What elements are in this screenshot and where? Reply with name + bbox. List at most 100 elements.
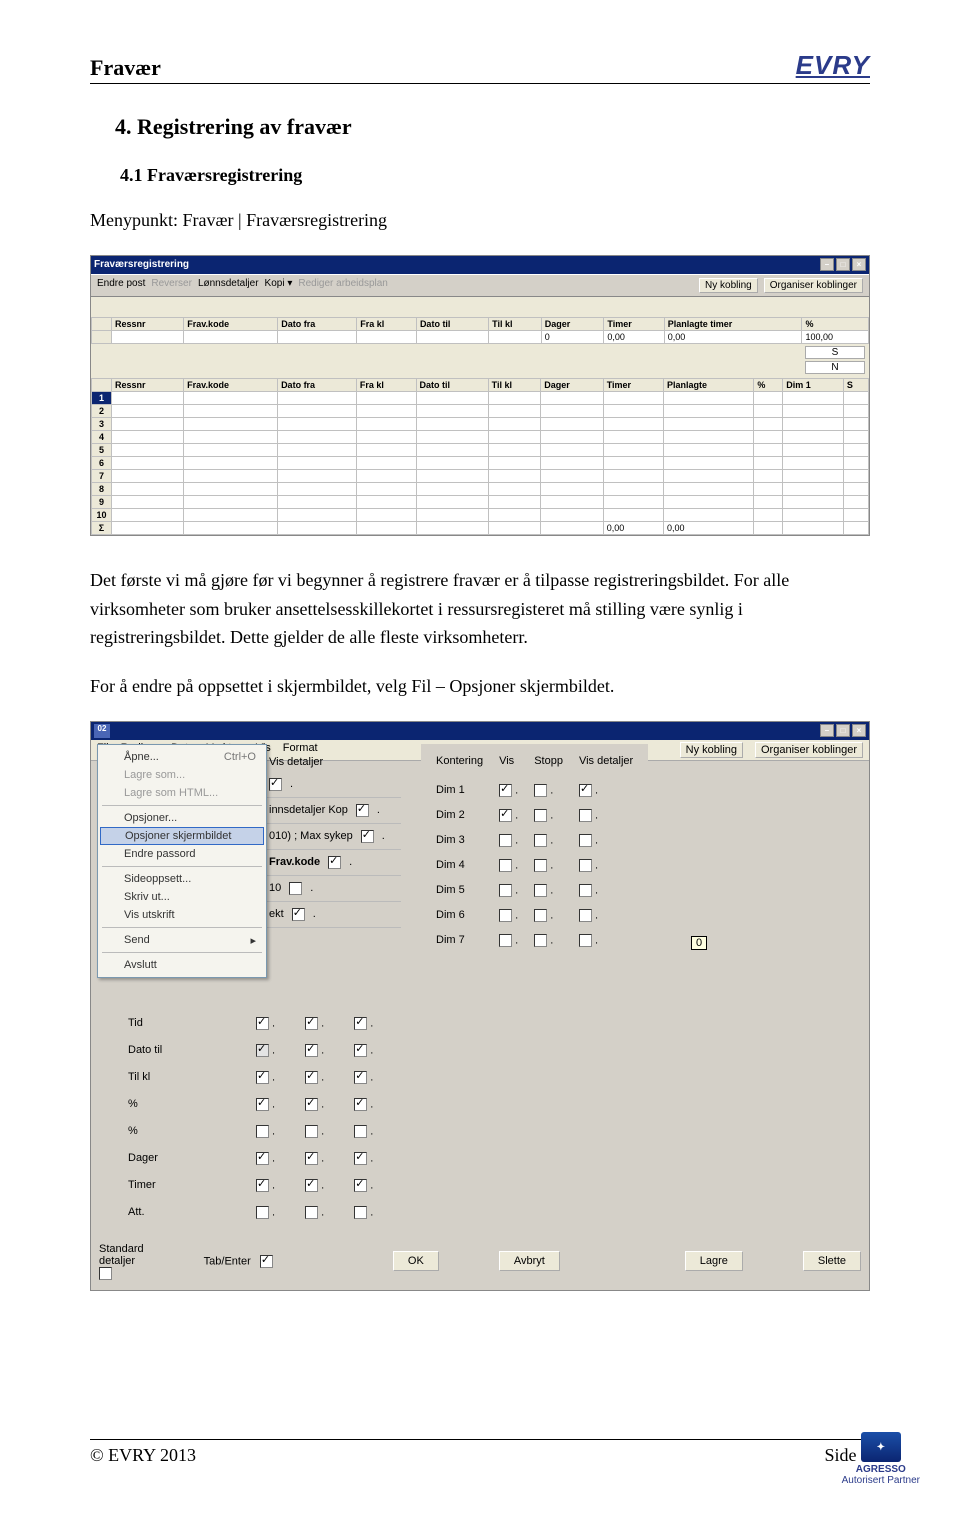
checkbox[interactable] (534, 909, 547, 922)
checkbox[interactable] (354, 1098, 367, 1111)
slette-button[interactable]: Slette (803, 1251, 861, 1271)
minimize-button[interactable]: – (820, 258, 834, 271)
table-row[interactable]: 5 (92, 443, 869, 456)
dlg-ny-kobling[interactable]: Ny kobling (680, 742, 743, 758)
checkbox-standard-detaljer[interactable] (99, 1267, 112, 1280)
checkbox[interactable] (354, 1125, 367, 1138)
ny-kobling-button[interactable]: Ny kobling (699, 278, 758, 293)
checkbox[interactable] (256, 1098, 269, 1111)
checkbox[interactable] (579, 784, 592, 797)
checkbox[interactable] (256, 1152, 269, 1165)
checkbox[interactable] (534, 784, 547, 797)
table-row[interactable]: 6 (92, 456, 869, 469)
dlg-close-button[interactable]: × (852, 724, 866, 737)
table-row[interactable]: 2 (92, 404, 869, 417)
checkbox[interactable] (328, 856, 341, 869)
dim-row: Dim 5 . . . (435, 883, 634, 898)
checkbox[interactable] (305, 1179, 318, 1192)
file-menu-item[interactable]: Avslutt (98, 956, 266, 974)
file-menu-item[interactable]: Endre passord (98, 845, 266, 863)
checkbox[interactable] (256, 1206, 269, 1219)
file-menu-item[interactable]: Vis utskrift (98, 906, 266, 924)
checkbox[interactable] (305, 1071, 318, 1084)
checkbox[interactable] (534, 834, 547, 847)
checkbox[interactable] (305, 1152, 318, 1165)
checkbox[interactable] (256, 1125, 269, 1138)
checkbox[interactable] (579, 859, 592, 872)
checkbox[interactable] (354, 1071, 367, 1084)
checkbox[interactable] (354, 1152, 367, 1165)
maximize-button[interactable]: □ (836, 258, 850, 271)
file-menu-item[interactable]: Opsjoner skjermbildet (100, 827, 264, 845)
organiser-koblinger-button[interactable]: Organiser koblinger (764, 278, 863, 293)
checkbox[interactable] (579, 834, 592, 847)
option-row: Tid . . . (127, 1016, 374, 1031)
menu-kopi[interactable]: Kopi ▾ (265, 278, 293, 293)
ok-button[interactable]: OK (393, 1251, 439, 1271)
avbryt-button[interactable]: Avbryt (499, 1251, 560, 1271)
menu-rediger-arbeidsplan[interactable]: Rediger arbeidsplan (298, 278, 388, 293)
col-frakl: Fra kl (357, 317, 417, 330)
checkbox[interactable] (534, 934, 547, 947)
table-row[interactable]: 1 (92, 391, 869, 404)
checkbox[interactable] (292, 908, 305, 921)
checkbox[interactable] (579, 809, 592, 822)
checkbox[interactable] (305, 1206, 318, 1219)
checkbox-tab-enter[interactable] (260, 1255, 273, 1268)
checkbox[interactable] (499, 784, 512, 797)
checkbox[interactable] (579, 909, 592, 922)
partial-column: Vis detaljer . innsdetaljer Kop . 010) ;… (261, 752, 401, 928)
file-menu-item[interactable]: Send▸ (98, 931, 266, 949)
dlg-maximize-button[interactable]: □ (836, 724, 850, 737)
checkbox[interactable] (579, 934, 592, 947)
checkbox[interactable] (256, 1071, 269, 1084)
checkbox[interactable] (354, 1179, 367, 1192)
checkbox[interactable] (354, 1206, 367, 1219)
table-row[interactable]: 4 (92, 430, 869, 443)
table-row[interactable]: 9 (92, 495, 869, 508)
checkbox[interactable] (269, 778, 282, 791)
file-menu-item[interactable]: Opsjoner... (98, 809, 266, 827)
table-row[interactable]: 10 (92, 508, 869, 521)
checkbox[interactable] (499, 884, 512, 897)
checkbox[interactable] (534, 884, 547, 897)
checkbox[interactable] (499, 809, 512, 822)
close-button[interactable]: × (852, 258, 866, 271)
toolbar: Endre post Reverser Lønnsdetaljer Kopi ▾… (91, 274, 869, 297)
table-row[interactable]: 3 (92, 417, 869, 430)
col-fravkode: Frav.kode (184, 317, 278, 330)
checkbox[interactable] (256, 1044, 269, 1057)
checkbox[interactable] (256, 1017, 269, 1030)
table-row[interactable]: 7 (92, 469, 869, 482)
checkbox[interactable] (499, 934, 512, 947)
checkbox[interactable] (354, 1017, 367, 1030)
checkbox[interactable] (499, 859, 512, 872)
col-ressnr: Ressnr (112, 317, 184, 330)
table-row[interactable]: 8 (92, 482, 869, 495)
checkbox[interactable] (361, 830, 374, 843)
dlg-organiser-koblinger[interactable]: Organiser koblinger (755, 742, 863, 758)
file-menu-item[interactable]: Skriv ut... (98, 888, 266, 906)
checkbox[interactable] (499, 834, 512, 847)
checkbox[interactable] (305, 1044, 318, 1057)
checkbox[interactable] (579, 884, 592, 897)
menu-lonnsdetaljer[interactable]: Lønnsdetaljer (198, 278, 259, 293)
file-menu-item[interactable]: Åpne...Ctrl+O (98, 748, 266, 766)
checkbox[interactable] (499, 909, 512, 922)
checkbox[interactable] (354, 1044, 367, 1057)
file-menu-item[interactable]: Sideoppsett... (98, 870, 266, 888)
checkbox[interactable] (534, 809, 547, 822)
dlg-minimize-button[interactable]: – (820, 724, 834, 737)
menu-reverser[interactable]: Reverser (151, 278, 192, 293)
checkbox[interactable] (305, 1098, 318, 1111)
entry-row[interactable]: 0 0,00 0,00 100,00 (92, 330, 869, 343)
checkbox[interactable] (356, 804, 369, 817)
checkbox[interactable] (305, 1017, 318, 1030)
checkbox[interactable] (289, 882, 302, 895)
lagre-button[interactable]: Lagre (685, 1251, 743, 1271)
checkbox[interactable] (305, 1125, 318, 1138)
header-title: Fravær (90, 55, 161, 81)
checkbox[interactable] (256, 1179, 269, 1192)
checkbox[interactable] (534, 859, 547, 872)
menu-endre-post[interactable]: Endre post (97, 278, 145, 293)
